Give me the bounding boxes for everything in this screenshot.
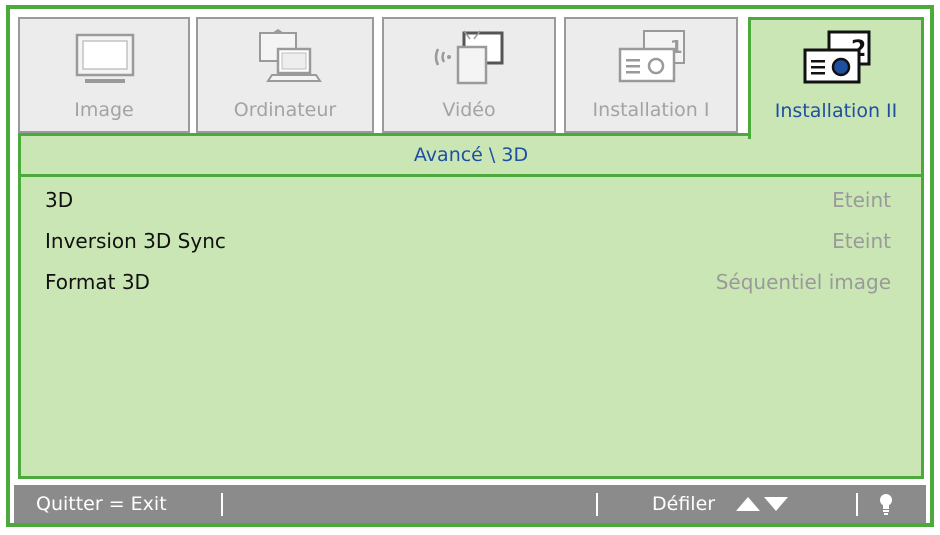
video-icon [434,30,504,85]
setting-label: Inversion 3D Sync [45,229,226,253]
tab-ordinateur[interactable]: Ordinateur [196,17,374,133]
divider [856,493,858,516]
tab-label: Image [74,99,134,121]
divider [596,493,598,516]
setting-value[interactable]: Eteint [832,229,891,253]
tab-label: Installation I [592,99,710,121]
setting-value[interactable]: Eteint [832,188,891,212]
computer-icon [259,29,322,82]
tab-label: Ordinateur [233,99,337,121]
projector-2-icon: 2 [803,30,871,84]
divider [221,493,223,516]
tab-label: Installation II [774,100,898,122]
tab-installation-1[interactable]: 1 Installation I [564,17,738,133]
monitor-icon [75,33,135,83]
panel-title: Avancé \ 3D [21,136,921,177]
up-down-arrows-icon [736,497,788,511]
setting-value[interactable]: Séquentiel image [716,270,891,294]
setting-label: Format 3D [45,270,150,294]
settings-list: 3D Eteint Inversion 3D Sync Eteint Forma… [21,188,921,311]
footer-bar: Quitter = Exit Défiler [14,485,926,523]
osd-menu-frame: Image Ordinateur Vidéo 1 Installation I … [6,5,934,527]
lightbulb-icon [880,494,892,515]
exit-hint: Quitter = Exit [36,493,167,515]
tab-label: Vidéo [442,99,496,121]
tab-image[interactable]: Image [18,17,190,133]
tab-video[interactable]: Vidéo [382,17,556,133]
scroll-hint: Défiler [652,493,716,515]
setting-3d[interactable]: 3D Eteint [21,188,921,229]
setting-label: 3D [45,188,74,212]
setting-format-3d[interactable]: Format 3D Séquentiel image [21,270,921,311]
tab-bar: Image Ordinateur Vidéo 1 Installation I … [18,17,924,139]
projector-1-icon: 1 [618,30,685,83]
settings-panel: Avancé \ 3D 3D Eteint Inversion 3D Sync … [18,133,924,479]
tab-installation-2[interactable]: 2 Installation II [748,17,924,139]
setting-inversion-3d-sync[interactable]: Inversion 3D Sync Eteint [21,229,921,270]
